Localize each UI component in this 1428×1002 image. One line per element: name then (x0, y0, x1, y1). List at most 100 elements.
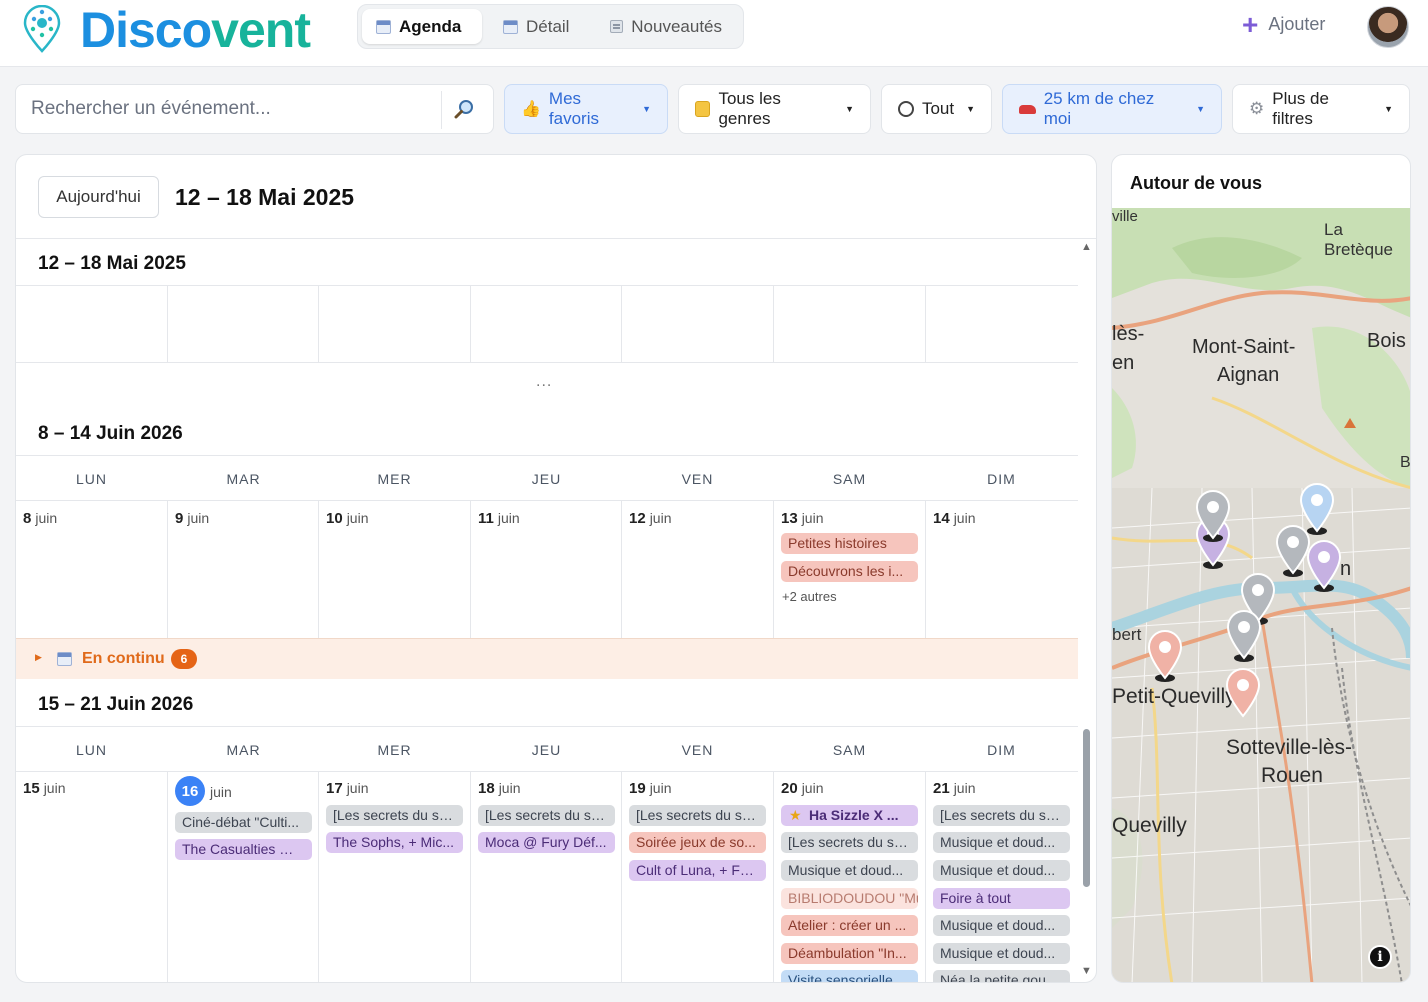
caret-down-icon: ▼ (1384, 104, 1393, 114)
weekday-header: JEU (531, 471, 562, 487)
more-filters-button[interactable]: ⚙ Plus de filtres ▼ (1232, 84, 1410, 134)
today-button[interactable]: Aujourd'hui (38, 176, 159, 218)
day-divider (621, 285, 622, 363)
search-input[interactable]: Rechercher un événement... (31, 98, 271, 120)
add-event-button[interactable]: + Ajouter (1242, 10, 1325, 38)
caret-down-icon: ▼ (642, 104, 651, 114)
tab-nouveautes[interactable]: Nouveautés (596, 9, 736, 44)
tab-agenda[interactable]: Agenda (362, 9, 482, 44)
event-chip[interactable]: [Les secrets du so... (629, 805, 766, 826)
event-chip[interactable]: Soirée jeux de so... (629, 832, 766, 853)
collapsed-weeks-ellipsis[interactable]: ... (536, 373, 552, 391)
event-chip[interactable]: Petites histoires (781, 533, 918, 554)
event-chip[interactable]: Moca @ Fury Déf... (478, 832, 615, 853)
event-chip[interactable]: [Les secrets du so... (326, 805, 463, 826)
distance-filter[interactable]: 25 km de chez moi ▼ (1002, 84, 1222, 134)
favorites-filter[interactable]: 👍 Mes favoris ▼ (504, 84, 668, 134)
day-cell-label[interactable]: 17 juin (326, 780, 368, 797)
map-view[interactable]: La Bretèque Mont-Saint- Aignan Bois lès-… (1112, 208, 1410, 982)
divider (16, 455, 1078, 456)
map-marker-icon (1275, 525, 1311, 577)
tab-detail[interactable]: Détail (489, 9, 589, 44)
divider (16, 771, 1078, 772)
day-divider (773, 771, 774, 982)
map-attribution-info-icon[interactable]: i (1368, 945, 1392, 969)
clock-icon (898, 101, 914, 117)
divider (16, 726, 1078, 727)
day-cell-label[interactable]: 8 juin (23, 510, 57, 527)
day-divider (925, 285, 926, 363)
event-chip[interactable]: Musique et doud... (781, 860, 918, 881)
day-cell-label[interactable]: 21 juin (933, 780, 975, 797)
event-chip[interactable]: [Les secrets du so... (933, 805, 1070, 826)
weekday-header: LUN (75, 742, 107, 758)
ongoing-events-bar[interactable]: ▶ En continu 6 (16, 638, 1078, 679)
event-chip[interactable]: Foire à tout (933, 888, 1070, 909)
week-title: 12 – 18 Mai 2025 (38, 253, 186, 274)
folder-icon (695, 101, 711, 117)
user-avatar[interactable] (1367, 6, 1409, 48)
time-filter[interactable]: Tout ▼ (881, 84, 992, 134)
day-divider (621, 500, 622, 638)
event-chip[interactable]: Musique et doud... (933, 915, 1070, 936)
genres-filter[interactable]: Tous les genres ▼ (678, 84, 871, 134)
event-chip[interactable]: [Les secrets du so... (781, 832, 918, 853)
divider (16, 238, 1096, 239)
calendar-icon (376, 19, 391, 34)
event-chip[interactable]: Musique et doud... (933, 832, 1070, 853)
event-chip[interactable]: Néa la petite gou... (933, 970, 1070, 982)
weekday-header: DIM (987, 471, 1016, 487)
day-divider (925, 500, 926, 638)
thumbs-up-icon: 👍 (521, 101, 541, 118)
favorites-filter-label: Mes favoris (548, 89, 599, 128)
brand-logo-text[interactable]: Discovent (80, 2, 311, 58)
today-date-circle[interactable]: 16 (175, 776, 205, 806)
weekday-header: MAR (226, 742, 261, 758)
weekday-header: MER (377, 471, 412, 487)
event-chip[interactable]: Musique et doud... (933, 860, 1070, 881)
map-markers (1147, 483, 1342, 718)
day-divider (470, 500, 471, 638)
map-marker-icon (1226, 610, 1262, 662)
day-cell-label[interactable]: 10 juin (326, 510, 368, 527)
day-cell-label[interactable]: 11 juin (478, 510, 520, 527)
event-chip[interactable]: Ciné-débat "Culti... (175, 812, 312, 833)
day-cell-label[interactable]: 12 juin (629, 510, 671, 527)
day-divider (318, 500, 319, 638)
day-cell-label[interactable]: 9 juin (175, 510, 209, 527)
weekday-header: DIM (987, 742, 1016, 758)
event-chip[interactable]: Cult of Luna, + Fa... (629, 860, 766, 881)
weekday-header: SAM (832, 471, 867, 487)
event-chip-featured[interactable]: ★ Ha Sizzle X ... (781, 805, 918, 826)
day-cell-label[interactable]: 15 juin (23, 780, 65, 797)
news-icon (610, 20, 624, 33)
day-divider (925, 771, 926, 982)
event-chip[interactable]: Visite sensorielle ... (781, 970, 918, 982)
day-cell-label[interactable]: 19 juin (629, 780, 671, 797)
event-chip[interactable]: Musique et doud... (933, 943, 1070, 964)
day-cell-label[interactable]: 20 juin (781, 780, 823, 797)
weekday-header: MAR (226, 471, 261, 487)
day-divider (470, 285, 471, 363)
weekday-header: VEN (681, 471, 714, 487)
day-divider (773, 500, 774, 638)
divider (16, 362, 1078, 363)
event-chip[interactable]: Découvrons les i... (781, 561, 918, 582)
event-chip[interactable]: Atelier : créer un ... (781, 915, 918, 936)
event-chip[interactable]: BIBLIODOUDOU "Mu (781, 888, 918, 909)
day-cell-label[interactable]: 18 juin (478, 780, 520, 797)
day-cell-label[interactable]: 13 juin (781, 510, 823, 527)
event-chip[interactable]: The Sophs, + Mic... (326, 832, 463, 853)
more-events-link[interactable]: +2 autres (782, 589, 837, 604)
scroll-up-arrow-icon[interactable]: ▲ (1081, 241, 1092, 253)
search-icon[interactable] (454, 99, 474, 119)
event-chip[interactable]: The Casualties @... (175, 839, 312, 860)
day-divider (621, 771, 622, 982)
event-chip[interactable]: Déambulation "In... (781, 943, 918, 964)
scroll-down-arrow-icon[interactable]: ▼ (1081, 965, 1092, 977)
scrollbar-thumb[interactable] (1083, 729, 1090, 887)
weekday-header: LUN (75, 471, 107, 487)
logo-icon[interactable] (21, 5, 63, 53)
event-chip[interactable]: [Les secrets du so... (478, 805, 615, 826)
day-cell-label[interactable]: 14 juin (933, 510, 975, 527)
